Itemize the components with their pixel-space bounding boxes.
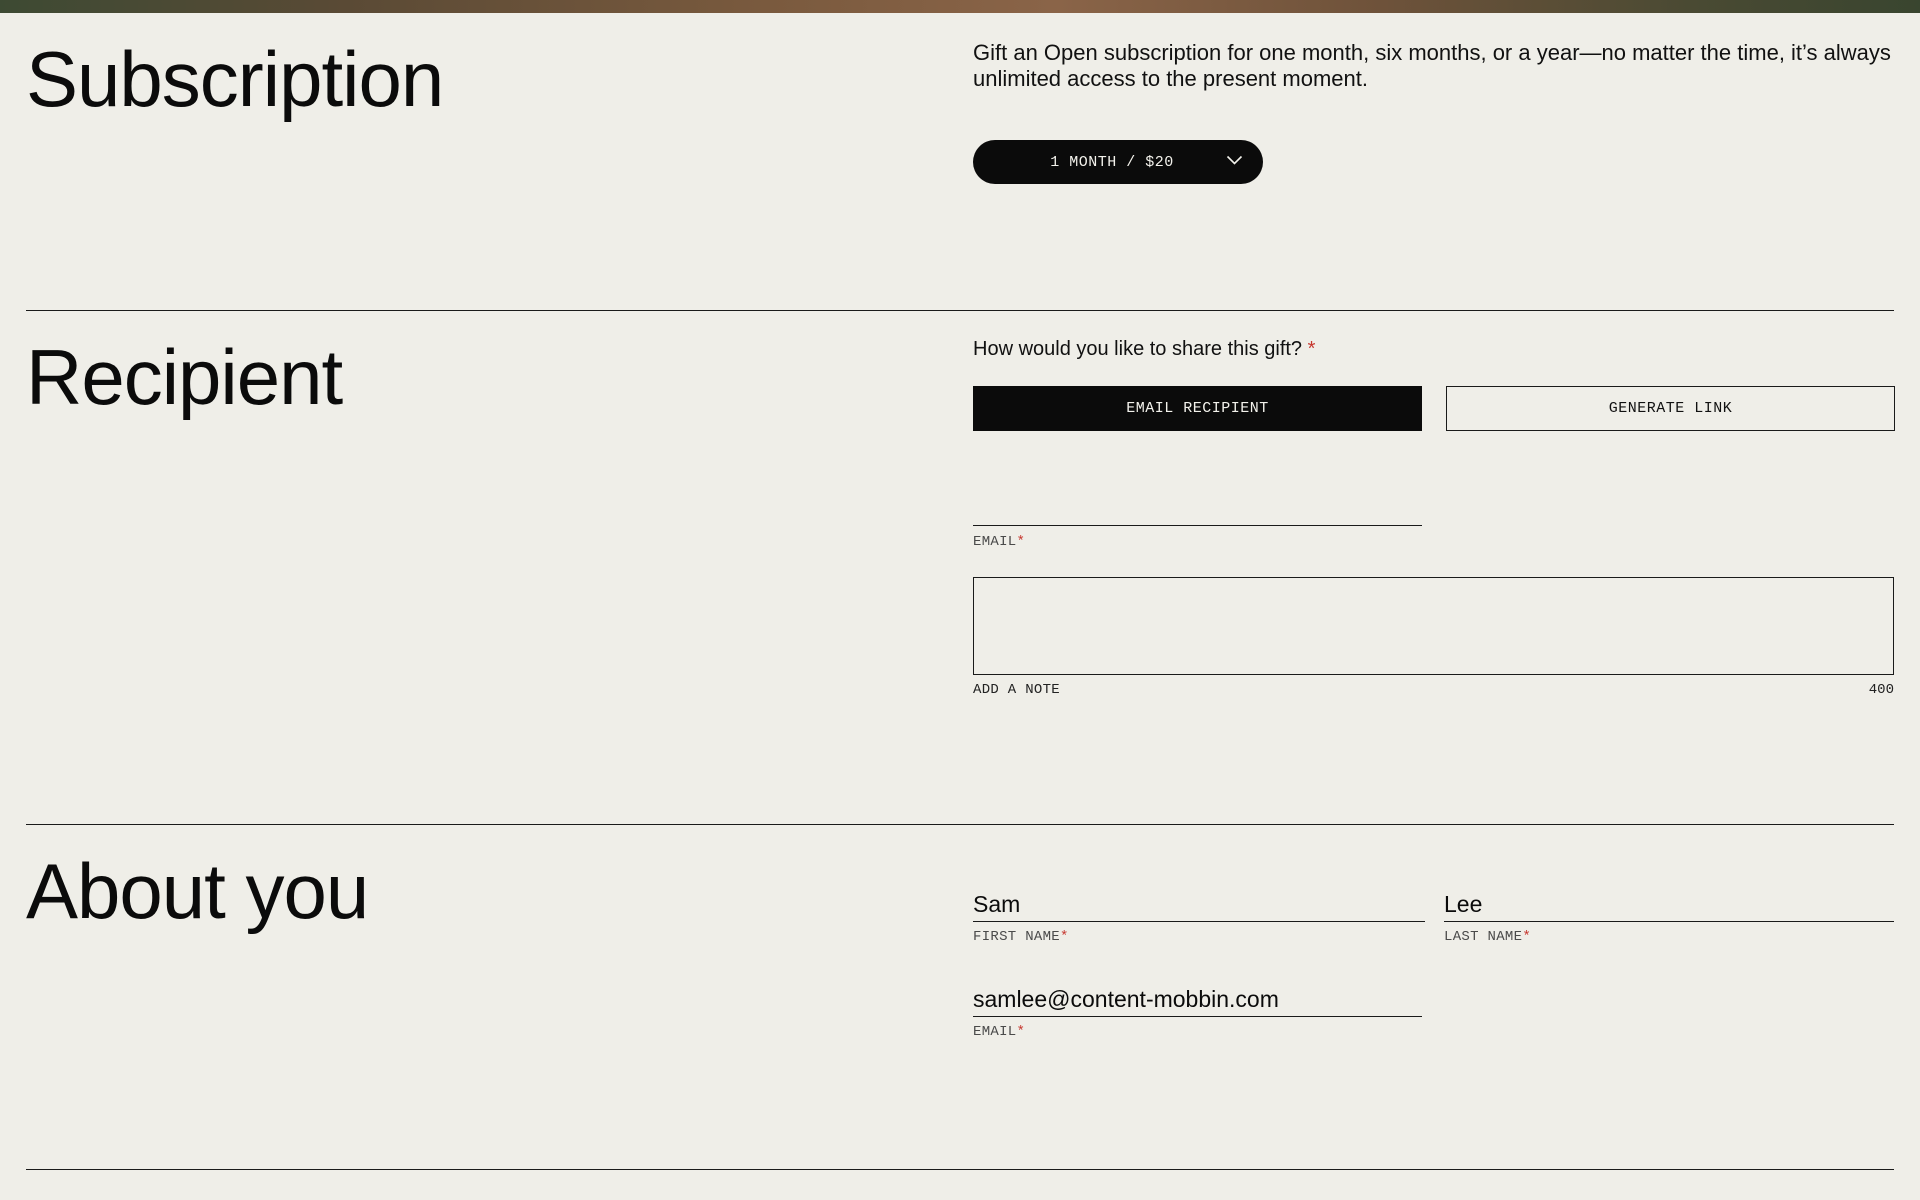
section-divider bbox=[26, 1169, 1894, 1170]
subscription-description: Gift an Open subscription for one month,… bbox=[973, 40, 1891, 91]
recipient-email-label: EMAIL* bbox=[973, 534, 1025, 550]
your-email-label: EMAIL* bbox=[973, 1024, 1025, 1040]
hero-image-strip bbox=[0, 0, 1920, 13]
chevron-down-icon bbox=[1226, 155, 1243, 165]
share-question: How would you like to share this gift? * bbox=[973, 338, 1315, 361]
note-label: ADD A NOTE bbox=[973, 682, 1061, 698]
required-mark: * bbox=[1016, 1024, 1026, 1040]
note-textarea[interactable] bbox=[973, 577, 1894, 675]
recipient-email-label-text: EMAIL bbox=[973, 534, 1017, 550]
first-name-label-text: FIRST NAME bbox=[973, 929, 1061, 945]
section-divider bbox=[26, 310, 1894, 311]
your-email-field[interactable]: samlee@content-mobbin.com bbox=[973, 985, 1422, 1017]
recipient-email-field[interactable] bbox=[973, 496, 1422, 526]
required-mark: * bbox=[1060, 929, 1069, 945]
first-name-field[interactable]: Sam bbox=[973, 890, 1425, 922]
plan-select-value: 1 MONTH / $20 bbox=[1050, 153, 1174, 171]
section-title-subscription: Subscription bbox=[26, 35, 444, 123]
your-email-label-text: EMAIL bbox=[973, 1024, 1017, 1040]
section-title-recipient: Recipient bbox=[26, 333, 343, 421]
section-title-about-you: About you bbox=[26, 847, 369, 935]
email-recipient-button[interactable]: EMAIL RECIPIENT bbox=[973, 386, 1422, 431]
last-name-field[interactable]: Lee bbox=[1444, 890, 1894, 922]
share-question-text: How would you like to share this gift? bbox=[973, 338, 1303, 360]
first-name-label: FIRST NAME* bbox=[973, 929, 1069, 945]
note-char-counter: 400 bbox=[1868, 682, 1894, 698]
required-mark: * bbox=[1522, 929, 1532, 945]
required-mark: * bbox=[1016, 534, 1026, 550]
last-name-label: LAST NAME* bbox=[1444, 929, 1531, 945]
generate-link-button[interactable]: GENERATE LINK bbox=[1446, 386, 1895, 431]
last-name-label-text: LAST NAME bbox=[1444, 929, 1523, 945]
section-divider bbox=[26, 824, 1894, 825]
plan-select-dropdown[interactable]: 1 MONTH / $20 bbox=[973, 140, 1263, 184]
required-mark: * bbox=[1307, 338, 1316, 360]
